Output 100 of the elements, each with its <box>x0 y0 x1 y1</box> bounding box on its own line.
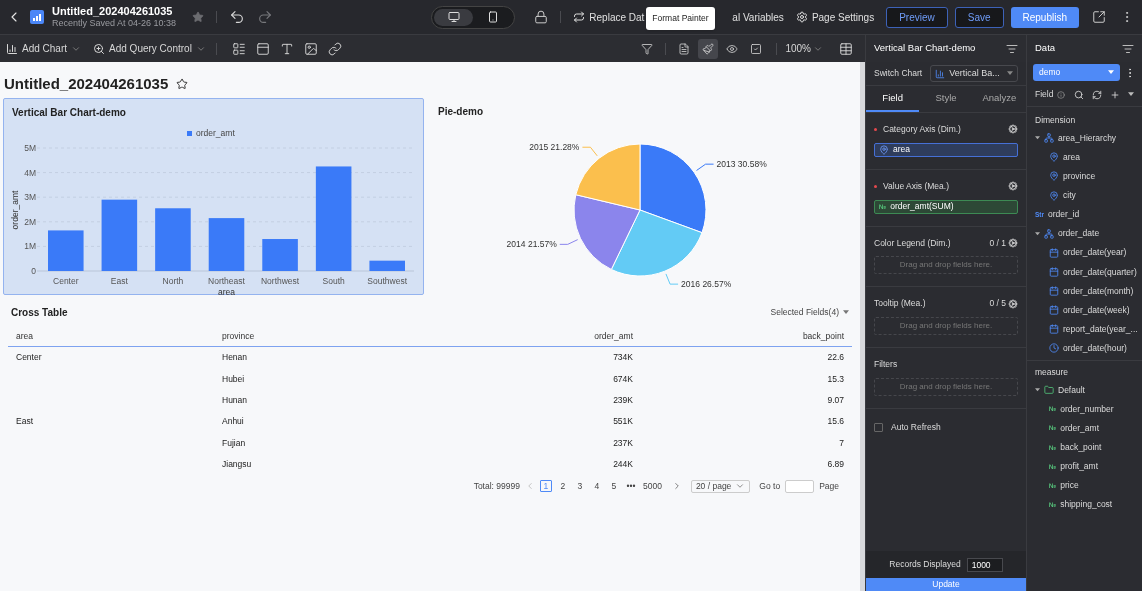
report-title: Untitled_202404261035 <box>52 4 174 19</box>
tab-icon[interactable] <box>255 41 270 56</box>
calendar-icon <box>1049 286 1059 297</box>
axis-tick-label: Southwest <box>367 276 408 286</box>
leader-line <box>581 146 598 157</box>
add-chart-menu[interactable]: Add Chart <box>6 41 82 56</box>
data-label: 2015 21.28% <box>529 142 580 153</box>
column-header: area <box>16 330 34 343</box>
device-mode-tab[interactable] <box>434 8 474 26</box>
toolbar-action[interactable]: al Variables <box>732 9 784 25</box>
preview-button[interactable]: Preview <box>886 6 948 28</box>
page-size-select[interactable]: 20 / page <box>690 479 751 493</box>
layout-icon[interactable] <box>231 41 246 56</box>
field-item[interactable]: Default <box>1027 380 1142 400</box>
field-item[interactable]: city <box>1027 186 1142 206</box>
link-icon[interactable] <box>327 41 342 56</box>
field-item[interactable]: report_date(year_... <box>1027 319 1142 339</box>
records-input[interactable]: 1000 <box>966 557 1003 572</box>
external-link-icon[interactable] <box>1092 10 1106 24</box>
search-icon[interactable] <box>1074 89 1084 100</box>
table-icon[interactable] <box>839 41 853 56</box>
switch-chart-label: Switch Chart <box>874 67 923 80</box>
star-icon[interactable] <box>192 11 205 23</box>
field-item[interactable]: province <box>1027 166 1142 187</box>
image-icon[interactable] <box>303 41 318 56</box>
section-heading: measure <box>1034 365 1070 379</box>
axis-tick-label: Center <box>53 276 79 286</box>
field-item[interactable]: area_Hierarchy <box>1027 128 1142 148</box>
page-number[interactable]: 2 <box>556 480 569 493</box>
axis-tick-label: 0 <box>31 266 36 276</box>
leader-line <box>559 239 579 245</box>
lock-icon[interactable] <box>534 10 549 24</box>
page-number[interactable]: 5 <box>607 480 620 493</box>
calendar-icon <box>1049 324 1059 335</box>
page-number[interactable]: 4 <box>590 480 603 493</box>
field-item[interactable]: order_date(hour) <box>1027 338 1142 358</box>
page-input[interactable] <box>785 479 815 493</box>
selected-fields-menu[interactable]: Selected Fields(4) <box>770 305 849 319</box>
axis-tick-label: 4M <box>24 167 36 178</box>
chart-icon <box>6 42 18 55</box>
caret-icon <box>843 309 849 315</box>
settings-icon[interactable] <box>1008 181 1018 192</box>
page-number[interactable]: 5000 <box>641 480 663 493</box>
records-label: Records Displayed <box>889 558 961 571</box>
checkbox[interactable] <box>874 422 883 432</box>
total-count: Total: 99999 <box>473 479 520 493</box>
table-cell-text: 22.6 <box>826 351 844 365</box>
field-item[interactable]: order_date(year) <box>1027 243 1142 263</box>
axis-title: area <box>218 287 235 297</box>
panel-tab[interactable]: Style <box>919 86 973 112</box>
column-header: back_point <box>801 330 844 343</box>
add-icon[interactable] <box>1110 89 1120 100</box>
field-chip[interactable]: area <box>874 142 1018 157</box>
bar <box>262 239 298 271</box>
undo-icon[interactable] <box>229 9 246 25</box>
drop-zone: Drag and drop fields here. <box>874 256 1018 275</box>
add-query-control-menu[interactable]: Add Query Control <box>93 41 206 56</box>
page-number[interactable]: ••• <box>624 480 637 493</box>
required-mark-icon <box>874 184 877 188</box>
goto-label: Go to <box>759 479 781 493</box>
field-item[interactable]: area <box>1027 147 1142 167</box>
eye-icon <box>726 42 739 55</box>
panel-tab[interactable]: Analyze <box>972 86 1026 112</box>
panel-tab[interactable]: Field <box>866 86 920 112</box>
settings-icon[interactable] <box>1008 124 1018 135</box>
table-cell-text: Jiangsu <box>222 458 253 471</box>
caret-icon <box>1035 388 1040 393</box>
save-button[interactable]: Save <box>954 6 1004 28</box>
settings-icon[interactable] <box>1008 298 1018 309</box>
toolbar-action[interactable]: Page Settings <box>795 9 875 25</box>
field-item[interactable]: order_date(quarter) <box>1027 262 1142 282</box>
axis-tick-label: 1M <box>24 241 36 252</box>
bar <box>101 199 138 271</box>
toolbar-tool[interactable] <box>698 38 719 59</box>
page-number[interactable]: 3 <box>573 480 586 493</box>
field-item[interactable]: order_date(month) <box>1027 281 1142 301</box>
redo-icon[interactable] <box>257 9 274 25</box>
chart-title: Pie-demo <box>437 105 484 119</box>
monitor-icon <box>447 11 460 23</box>
table-cell-text: 237K <box>612 436 633 450</box>
column-header: order_amt <box>593 330 633 343</box>
refresh-icon[interactable] <box>1092 89 1102 100</box>
toolbar-action[interactable]: Replace Dat <box>573 9 645 25</box>
field-item[interactable]: order_date <box>1027 224 1142 244</box>
filter-icon <box>641 42 654 55</box>
star-icon[interactable] <box>176 78 189 90</box>
pin-icon <box>1049 171 1059 182</box>
text-icon[interactable] <box>279 41 294 56</box>
chart-type-select[interactable]: Vertical Ba... <box>930 65 1018 82</box>
table-cell-text: 15.6 <box>826 415 844 429</box>
panel-menu-icon[interactable] <box>1006 42 1018 55</box>
settings-icon[interactable] <box>1008 237 1018 248</box>
section-label: Value Axis (Mea.) <box>883 179 949 193</box>
checkbox-icon <box>750 42 763 55</box>
field-item[interactable]: order_date(week) <box>1027 300 1142 320</box>
panel-menu-icon[interactable] <box>1122 42 1134 55</box>
zoom-select[interactable]: 100% <box>785 41 823 56</box>
table-cell-text: East <box>16 415 34 429</box>
table-title: Cross Table <box>11 305 68 320</box>
panel-title: Vertical Bar Chart-demo <box>874 41 976 56</box>
